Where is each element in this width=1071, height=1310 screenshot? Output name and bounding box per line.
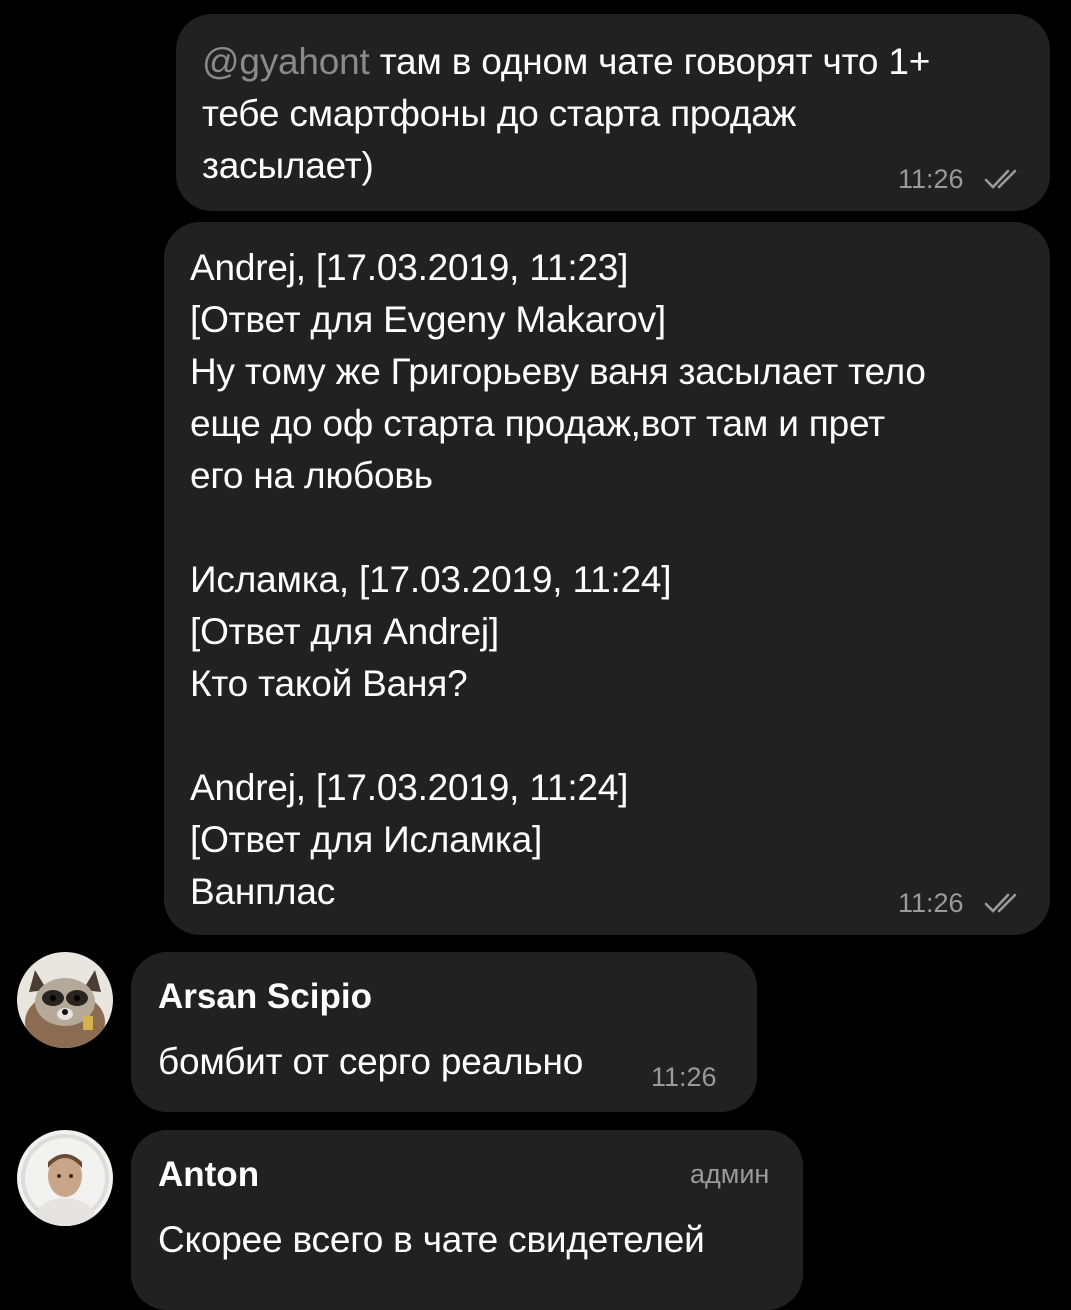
message-line: Andrej, [17.03.2019, 11:23]: [190, 247, 629, 288]
message-time: 11:26: [898, 164, 964, 194]
message-line: Ванплас: [190, 871, 335, 912]
message-text: бомбит от серго реально: [158, 1041, 584, 1082]
double-check-icon: [984, 169, 1017, 189]
message-line: Исламка, [17.03.2019, 11:24]: [190, 559, 672, 600]
message-line: еще до оф старта продаж,вот там и прет: [190, 403, 885, 444]
raccoon-avatar-image: [17, 952, 113, 1048]
message-bubble-outgoing-1[interactable]: @gyahont там в одном чате говорят что 1+…: [176, 14, 1050, 211]
message-time: 11:26: [898, 888, 964, 918]
message-line: [Ответ для Исламка]: [190, 819, 543, 860]
message-text-line: тебе смартфоны до старта продаж: [202, 93, 797, 134]
message-text-line: засылает): [202, 145, 374, 186]
message-line: его на любовь: [190, 455, 433, 496]
message-bubble-incoming-arsan[interactable]: Arsan Scipio бомбит от серго реально 11:…: [131, 952, 757, 1112]
mention-link[interactable]: @gyahont: [202, 41, 370, 82]
message-line: Ну тому же Григорьеву ваня засылает тело: [190, 351, 926, 392]
person-avatar[interactable]: [17, 1130, 113, 1226]
message-text: @gyahont там в одном чате говорят что 1+: [202, 41, 931, 82]
message-text: Скорее всего в чате свидетелей: [158, 1219, 705, 1260]
raccoon-avatar[interactable]: [17, 952, 113, 1048]
message-line: Кто такой Ваня?: [190, 663, 468, 704]
message-bubble-incoming-anton[interactable]: Anton админ Скорее всего в чате свидетел…: [131, 1130, 803, 1310]
double-check-icon: [984, 893, 1017, 913]
sender-name[interactable]: Anton: [158, 1155, 259, 1195]
message-bubble-outgoing-2[interactable]: Andrej, [17.03.2019, 11:23] [Ответ для E…: [164, 222, 1050, 935]
message-time: 11:26: [651, 1062, 717, 1092]
sender-name[interactable]: Arsan Scipio: [158, 977, 372, 1017]
admin-badge: админ: [690, 1159, 770, 1189]
message-line: [Ответ для Andrej]: [190, 611, 499, 652]
message-line: Andrej, [17.03.2019, 11:24]: [190, 767, 629, 808]
person-avatar-image: [17, 1130, 113, 1226]
message-line: [Ответ для Evgeny Makarov]: [190, 299, 666, 340]
